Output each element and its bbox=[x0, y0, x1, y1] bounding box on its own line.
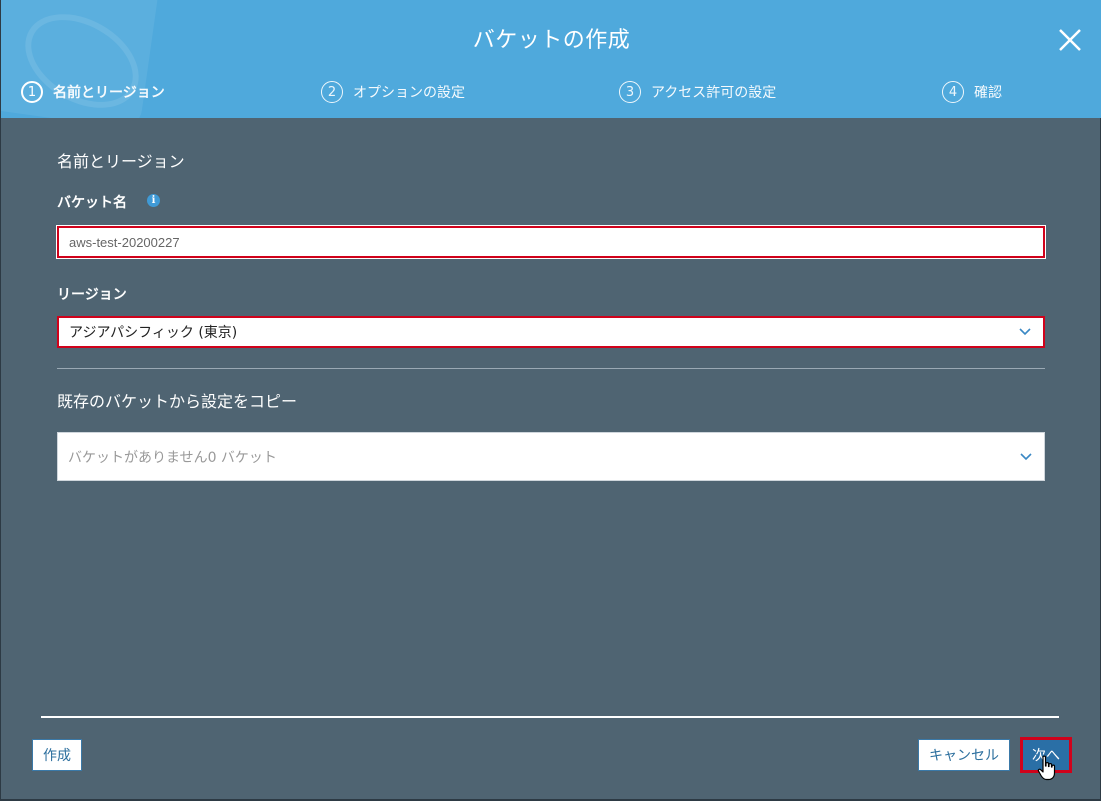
step-review[interactable]: 4 確認 bbox=[942, 76, 1002, 108]
chevron-down-icon bbox=[1019, 328, 1031, 336]
step-label: 名前とリージョン bbox=[53, 85, 165, 101]
step-permissions[interactable]: 3 アクセス許可の設定 bbox=[619, 76, 776, 108]
region-label: リージョン bbox=[57, 287, 127, 303]
info-icon[interactable]: i bbox=[147, 194, 160, 207]
cancel-button[interactable]: キャンセル bbox=[918, 739, 1010, 771]
step-number: 2 bbox=[321, 81, 343, 103]
hand-cursor-icon bbox=[1037, 755, 1056, 781]
bucket-name-input[interactable]: aws-test-20200227 bbox=[56, 225, 1046, 259]
copy-bucket-placeholder: バケットがありません0 バケット bbox=[68, 449, 277, 466]
divider bbox=[57, 368, 1045, 369]
step-label: オプションの設定 bbox=[353, 85, 465, 101]
section-title: 名前とリージョン bbox=[57, 152, 185, 171]
close-icon[interactable] bbox=[1056, 26, 1084, 54]
bucket-name-label: バケット名 bbox=[57, 195, 127, 211]
copy-settings-title: 既存のバケットから設定をコピー bbox=[57, 392, 298, 411]
chevron-down-icon bbox=[1020, 452, 1032, 460]
copy-bucket-select[interactable]: バケットがありません0 バケット bbox=[57, 432, 1045, 481]
step-label: 確認 bbox=[974, 85, 1002, 101]
step-label: アクセス許可の設定 bbox=[651, 85, 777, 101]
create-button[interactable]: 作成 bbox=[32, 739, 82, 771]
footer-divider bbox=[41, 716, 1059, 718]
step-number: 3 bbox=[619, 81, 641, 103]
step-number: 1 bbox=[21, 81, 43, 103]
bucket-name-value: aws-test-20200227 bbox=[69, 234, 180, 250]
region-value: アジアパシフィック (東京) bbox=[69, 325, 238, 341]
dialog-header: バケットの作成 1 名前とリージョン 2 オプションの設定 3 アクセス許可の設… bbox=[1, 0, 1101, 118]
step-name-region[interactable]: 1 名前とリージョン bbox=[21, 76, 165, 108]
dialog-title: バケットの作成 bbox=[472, 28, 631, 53]
region-select[interactable]: アジアパシフィック (東京) bbox=[57, 316, 1045, 348]
step-number: 4 bbox=[942, 81, 964, 103]
wizard-steps: 1 名前とリージョン 2 オプションの設定 3 アクセス許可の設定 4 確認 bbox=[1, 76, 1101, 108]
create-bucket-dialog: バケットの作成 1 名前とリージョン 2 オプションの設定 3 アクセス許可の設… bbox=[0, 0, 1101, 801]
step-options[interactable]: 2 オプションの設定 bbox=[321, 76, 465, 108]
